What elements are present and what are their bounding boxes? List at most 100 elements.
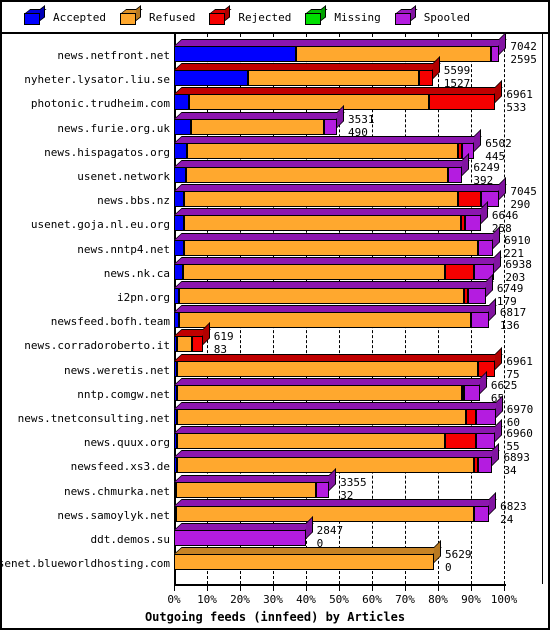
bar-segment-refused[interactable] xyxy=(183,263,445,280)
bar-segment-refused[interactable] xyxy=(175,481,316,498)
bar-side-face xyxy=(499,32,507,55)
bar-top-face xyxy=(174,474,337,482)
bar-segment-spooled[interactable] xyxy=(474,505,490,522)
bar-segment-refused[interactable] xyxy=(175,505,475,522)
category-label: nntp.comgw.net xyxy=(77,387,170,401)
bar-segment-accepted[interactable] xyxy=(174,118,191,135)
bar-segment-accepted[interactable] xyxy=(174,167,186,183)
bar-segment-spooled[interactable] xyxy=(464,384,480,401)
x-axis-tick xyxy=(240,586,241,592)
bar-top-face xyxy=(174,281,494,288)
bar-segment-spooled[interactable] xyxy=(471,312,489,329)
value-secondary: 2595 xyxy=(510,53,537,66)
category-label: ddt.demos.su xyxy=(90,533,170,546)
value-label: 6749 179 xyxy=(497,283,524,307)
bar-segment-accepted[interactable] xyxy=(174,215,184,232)
bar-segment-rejected[interactable] xyxy=(444,433,476,450)
value-total: 6961 xyxy=(506,354,533,368)
bar-segment-refused[interactable] xyxy=(177,360,478,377)
value-label: 6823 24 xyxy=(500,501,527,525)
value-label: 6249 392 xyxy=(473,162,500,186)
bar-segment-accepted[interactable] xyxy=(174,239,184,256)
bar-segment-spooled[interactable] xyxy=(477,239,494,256)
bar-segment-spooled[interactable] xyxy=(475,433,496,450)
bar-segment-accepted[interactable] xyxy=(174,46,296,62)
bar-segment-rejected[interactable] xyxy=(466,409,476,425)
bar-segment-rejected[interactable] xyxy=(429,94,496,111)
category-label: newsfeed.bofh.team xyxy=(50,315,170,329)
bar-segment-rejected[interactable] xyxy=(444,263,475,280)
bar-top-face xyxy=(174,184,508,192)
bar-segment-spooled[interactable] xyxy=(468,288,486,304)
bar-segment-accepted[interactable] xyxy=(174,94,189,111)
x-axis-tick xyxy=(273,586,274,592)
bar-segment-spooled[interactable] xyxy=(323,118,337,135)
bar-top-face xyxy=(174,63,441,71)
bar-segment-spooled[interactable] xyxy=(315,481,330,498)
bar-segment-refused[interactable] xyxy=(177,409,467,425)
x-axis-tick xyxy=(504,586,505,592)
bar-segment-spooled[interactable] xyxy=(475,409,496,425)
bar-top-face xyxy=(174,426,504,434)
value-label: 6625 65 xyxy=(491,380,518,404)
chart-plot-area: news.netfront.net 7042 2595 nyheter.lysator… xyxy=(0,32,548,628)
bar-segment-accepted[interactable] xyxy=(174,142,188,159)
bar-top-face xyxy=(174,208,489,216)
value-label: 6961 533 xyxy=(506,89,533,113)
bar-segment-refused[interactable] xyxy=(178,288,465,304)
category-label: news.samoylyk.net xyxy=(57,508,170,522)
value-label: 2847 0 xyxy=(317,525,344,549)
category-label: news.corradoroberto.it xyxy=(24,339,170,353)
bar-segment-refused[interactable] xyxy=(177,336,193,353)
bar-segment-rejected[interactable] xyxy=(192,336,203,353)
value-total: 6910 xyxy=(504,233,531,247)
value-label: 6817 136 xyxy=(500,307,527,331)
bar-segment-refused[interactable] xyxy=(187,142,458,159)
bar-segment-refused[interactable] xyxy=(183,191,458,208)
bar-segment-spooled[interactable] xyxy=(465,215,481,232)
value-label: 5599 1527 xyxy=(444,65,471,89)
bar-segment-refused[interactable] xyxy=(176,457,475,474)
legend-label: Spooled xyxy=(423,10,471,24)
bar-top-face xyxy=(174,135,483,143)
category-label: news.chmurka.net xyxy=(64,484,170,498)
category-label: news.weretis.net xyxy=(64,363,170,377)
value-total: 7042 xyxy=(510,40,537,53)
value-total: 6749 xyxy=(496,282,524,295)
legend-label: Rejected xyxy=(238,10,292,24)
bar-segment-refused[interactable] xyxy=(183,239,478,256)
value-secondary: 0 xyxy=(445,561,452,575)
bar-segment-refused[interactable] xyxy=(177,384,462,401)
bar-segment-accepted[interactable] xyxy=(174,70,249,87)
bar-segment-accepted[interactable] xyxy=(174,191,184,208)
category-label: nyheter.lysator.liu.se xyxy=(24,73,170,87)
bar-top-face xyxy=(174,160,471,167)
cube-icon xyxy=(24,5,47,25)
bar-segment-spooled[interactable] xyxy=(478,457,493,474)
bar-segment-refused[interactable] xyxy=(295,46,492,62)
bar-top-face xyxy=(174,547,442,555)
bar-segment-refused[interactable] xyxy=(183,215,462,232)
bar-segment-spooled[interactable] xyxy=(447,167,463,183)
value-secondary: 136 xyxy=(499,319,520,333)
bar-segment-spooled[interactable] xyxy=(174,530,306,546)
category-label: news.tnetconsulting.net xyxy=(17,412,170,425)
cube-icon xyxy=(209,5,232,25)
bar-segment-refused[interactable] xyxy=(177,433,445,450)
value-label: 6938 203 xyxy=(505,259,532,283)
bar-segment-refused[interactable] xyxy=(178,312,471,329)
value-total: 6893 xyxy=(503,451,530,465)
bar-segment-refused[interactable] xyxy=(188,94,430,111)
chart-row: usenet.blueworldhosting.com 5629 0 xyxy=(0,540,548,575)
bar-segment-rejected[interactable] xyxy=(457,191,481,208)
category-label: usenet.blueworldhosting.com xyxy=(0,557,170,571)
bar-segment-refused[interactable] xyxy=(190,118,324,135)
bar-segment-refused[interactable] xyxy=(185,167,448,183)
chart-legend: Accepted Refused Rejected Missing Spooled xyxy=(2,2,548,34)
chart-title: Outgoing feeds (innfeed) by Articles xyxy=(144,610,406,625)
bar-segment-refused[interactable] xyxy=(248,70,420,87)
legend-label: Refused xyxy=(148,10,196,24)
bar-segment-accepted[interactable] xyxy=(174,263,184,280)
bar-segment-refused[interactable] xyxy=(174,554,435,571)
bar-segment-rejected[interactable] xyxy=(419,70,433,87)
